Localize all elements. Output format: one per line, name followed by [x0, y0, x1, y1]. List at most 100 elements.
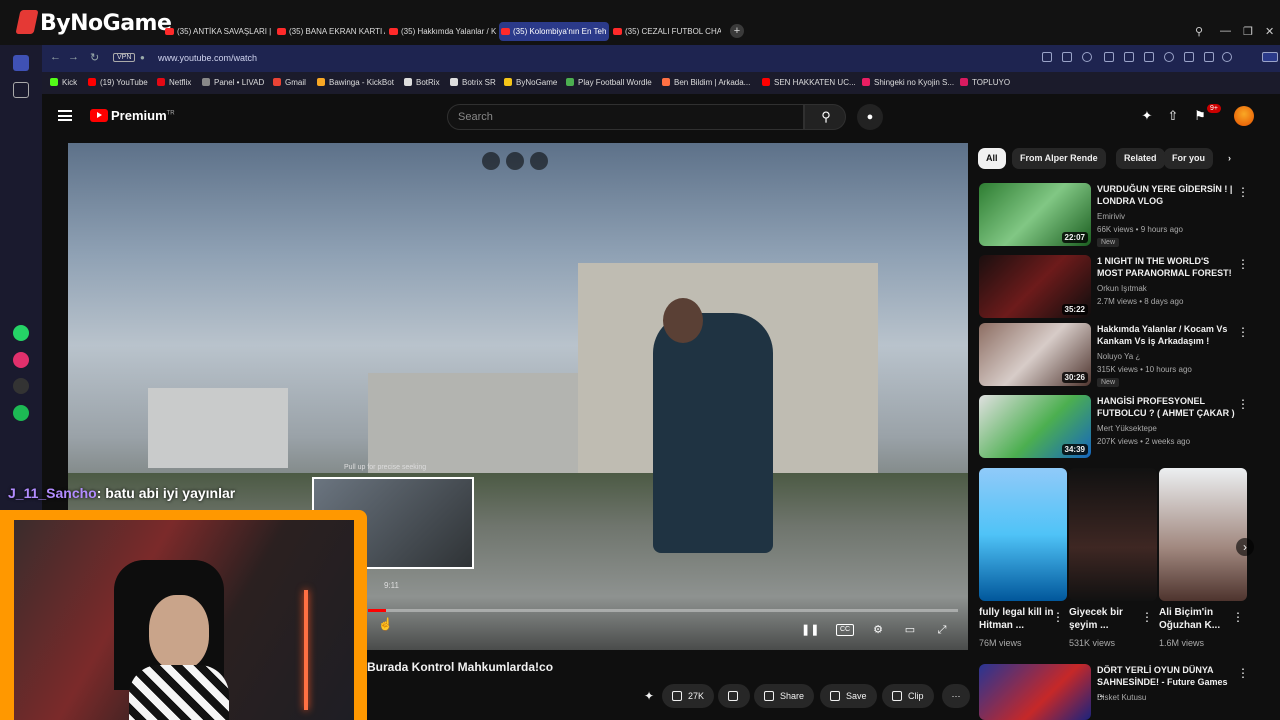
bookmark[interactable]: Botrix SR	[450, 78, 496, 87]
more-vert-icon[interactable]: ⋮	[1237, 666, 1249, 680]
browser-tab[interactable]: (35) BANA EKRAN KARTI A	[275, 22, 385, 41]
profile-icon[interactable]	[1222, 52, 1232, 62]
bookmark[interactable]: Play Football Wordle	[566, 78, 652, 87]
browser-tab-active[interactable]: (35) Kolombiya'nın En Teh	[499, 22, 609, 41]
list-item[interactable]: 30:26 Hakkımda Yalanlar / Kocam Vs Kanka…	[979, 323, 1249, 387]
chip-for-you[interactable]: For you	[1164, 148, 1213, 169]
list-item[interactable]: 34:39 HANGİSİ PROFESYONEL FUTBOLCU ? ( A…	[979, 395, 1249, 459]
avatar[interactable]	[1234, 106, 1254, 126]
pause-icon[interactable]: ❚❚	[801, 621, 819, 639]
heart-icon[interactable]	[1164, 52, 1174, 62]
more-actions-button[interactable]: ⋯	[942, 684, 970, 708]
sparkle-icon[interactable]: ✦	[640, 684, 660, 708]
browser-tab[interactable]: (35) CEZALI FUTBOL CHAL	[611, 22, 721, 41]
notifications-bell-icon[interactable]: ⚑	[1192, 108, 1208, 124]
theater-mode-icon[interactable]: ▭	[901, 621, 919, 639]
list-item[interactable]: 35:22 1 NIGHT IN THE WORLD'S MOST PARANO…	[979, 255, 1249, 319]
new-tab-button[interactable]: +	[730, 24, 744, 38]
close-icon[interactable]: ✕	[1265, 25, 1274, 38]
chevron-right-icon[interactable]: ›	[1220, 148, 1239, 169]
bookmark[interactable]: (19) YouTube	[88, 78, 148, 87]
chip-from-channel[interactable]: From Alper Rende	[1012, 148, 1106, 169]
short-title[interactable]: Ali Biçim'in Oğuzhan K...	[1159, 606, 1239, 632]
list-item[interactable]: DÖRT YERLİ OYUN DÜNYA SAHNESİNDE! - Futu…	[979, 664, 1249, 720]
save-button[interactable]: Save	[820, 684, 877, 708]
youtube-logo[interactable]: PremiumTR	[90, 108, 175, 123]
whatsapp-icon[interactable]	[13, 325, 29, 341]
wallet-icon[interactable]	[1124, 52, 1134, 62]
chip-all[interactable]: All	[978, 148, 1006, 169]
chip-related[interactable]: Related	[1116, 148, 1165, 169]
bookmark[interactable]: Gmail	[273, 78, 306, 87]
short-thumbnail[interactable]	[979, 468, 1067, 601]
bookmark[interactable]: TOPLUYO	[960, 78, 1010, 87]
bookmark[interactable]: Panel • LIVAD	[202, 78, 264, 87]
more-vert-icon[interactable]: ⋮	[1237, 325, 1249, 339]
ai-icon[interactable]	[1262, 52, 1278, 62]
browser-tab[interactable]: (35) ANTİKA SAVAŞLARI |	[163, 22, 273, 41]
effects-icon[interactable]	[506, 152, 524, 170]
more-vert-icon[interactable]: ⋮	[1141, 610, 1153, 624]
play-icon[interactable]	[1144, 52, 1154, 62]
spotify-icon[interactable]	[13, 405, 29, 421]
minimize-icon[interactable]: —	[1220, 25, 1231, 37]
voice-search-button[interactable]: ●	[857, 104, 883, 130]
progress-bar[interactable]	[368, 609, 958, 612]
menu-icon[interactable]	[1204, 52, 1214, 62]
back-icon[interactable]: ←	[50, 51, 61, 63]
short-thumbnail[interactable]	[1069, 468, 1157, 601]
browser-tab[interactable]: (35) Hakkımda Yalanlar / K	[387, 22, 497, 41]
brand-logo-mark	[15, 10, 39, 34]
extension-icon[interactable]	[1104, 52, 1114, 62]
bookmark[interactable]: SEN HAKKATEN UC...	[762, 78, 856, 87]
camera-icon[interactable]	[1062, 52, 1072, 62]
bookmark[interactable]: ByNoGame	[504, 78, 557, 87]
x-twitter-icon[interactable]	[13, 378, 29, 394]
rec-meta: 315K views • 10 hours ago	[1097, 365, 1192, 374]
download-icon[interactable]	[1184, 52, 1194, 62]
forward-icon[interactable]: →	[68, 51, 79, 63]
share-button[interactable]: Share	[754, 684, 815, 708]
upload-icon[interactable]: ⇧	[1165, 108, 1181, 124]
dislike-button[interactable]	[718, 684, 750, 708]
hamburger-menu-icon[interactable]	[58, 110, 72, 121]
bookmark[interactable]: BotRix	[404, 78, 440, 87]
skip-icon[interactable]	[530, 152, 548, 170]
clip-button[interactable]: Clip	[882, 684, 934, 708]
bookmark[interactable]: Netflix	[157, 78, 191, 87]
short-views: 1.6M views	[1159, 638, 1205, 648]
vpn-badge[interactable]: VPN	[113, 53, 136, 62]
home-icon[interactable]	[13, 55, 29, 71]
instagram-icon[interactable]	[13, 352, 29, 368]
bookmarks-bar: Kick (19) YouTube Netflix Panel • LIVAD …	[42, 72, 1280, 94]
settings-gear-icon[interactable]: ⚙	[869, 621, 887, 639]
bookmark[interactable]: Bawinga - KickBot	[317, 78, 394, 87]
shield-icon[interactable]	[1082, 52, 1092, 62]
more-vert-icon[interactable]: ⋮	[1237, 257, 1249, 271]
list-item[interactable]: 22:07 VURDUĞUN YERE GİDERSİN ! | LONDRA …	[979, 183, 1249, 247]
more-vert-icon[interactable]: ⋮	[1237, 185, 1249, 199]
share-page-icon[interactable]	[1042, 52, 1052, 62]
reload-icon[interactable]: ↻	[90, 51, 99, 64]
more-vert-icon[interactable]: ⋮	[1237, 397, 1249, 411]
bookmark[interactable]: Shingeki no Kyojin S...	[862, 78, 954, 87]
pinboard-icon[interactable]	[13, 82, 29, 98]
restore-icon[interactable]: ❐	[1243, 25, 1253, 38]
more-vert-icon[interactable]: ⋮	[1052, 610, 1064, 624]
create-icon[interactable]: ✦	[1139, 108, 1155, 124]
search-tabs-icon[interactable]: ⚲	[1195, 25, 1203, 38]
captions-icon[interactable]: CC	[836, 624, 854, 636]
url-field[interactable]: www.youtube.com/watch	[158, 53, 257, 63]
miniplayer-icon[interactable]	[482, 152, 500, 170]
short-title[interactable]: fully legal kill in Hitman ...	[979, 606, 1059, 632]
fullscreen-icon[interactable]: ⤢	[933, 621, 951, 639]
bookmark[interactable]: Ben Bildim | Arkada...	[662, 78, 750, 87]
search-button[interactable]: ⚲	[804, 104, 846, 130]
chevron-right-icon[interactable]: ›	[1236, 538, 1254, 556]
bookmark[interactable]: Kick	[50, 78, 77, 87]
short-title[interactable]: Giyecek bir şeyim ...	[1069, 606, 1149, 632]
short-thumbnail[interactable]	[1159, 468, 1247, 601]
more-vert-icon[interactable]: ⋮	[1232, 610, 1244, 624]
like-button[interactable]: 27K	[662, 684, 715, 708]
search-input[interactable]: Search	[447, 104, 804, 130]
